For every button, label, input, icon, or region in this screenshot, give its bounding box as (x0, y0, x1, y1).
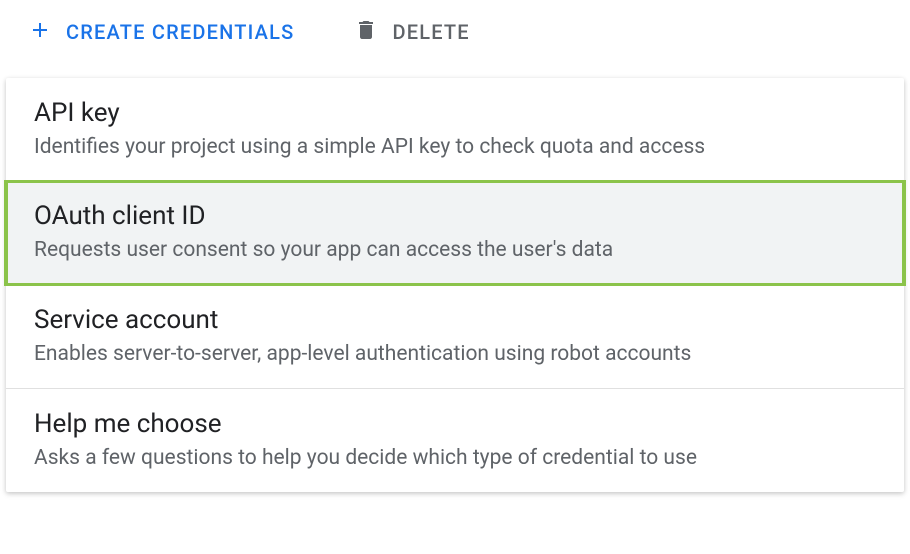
menu-item-api-key[interactable]: API key Identifies your project using a … (6, 78, 904, 181)
menu-item-title: API key (34, 98, 876, 128)
menu-item-title: Service account (34, 305, 876, 335)
create-credentials-label: CREATE CREDENTIALS (66, 20, 294, 44)
menu-item-service-account[interactable]: Service account Enables server-to-server… (6, 285, 904, 388)
menu-item-oauth-client-id[interactable]: OAuth client ID Requests user consent so… (4, 180, 906, 285)
menu-item-desc: Enables server-to-server, app-level auth… (34, 341, 876, 368)
menu-item-title: OAuth client ID (34, 201, 876, 231)
delete-button[interactable]: DELETE (354, 18, 469, 46)
delete-label: DELETE (392, 20, 469, 44)
menu-item-title: Help me choose (34, 409, 876, 439)
menu-item-desc: Asks a few questions to help you decide … (34, 445, 876, 472)
create-credentials-button[interactable]: CREATE CREDENTIALS (28, 18, 294, 46)
credentials-dropdown: API key Identifies your project using a … (6, 78, 904, 492)
plus-icon (28, 18, 52, 46)
toolbar: CREATE CREDENTIALS DELETE (0, 0, 910, 64)
trash-icon (354, 18, 378, 46)
menu-item-help-me-choose[interactable]: Help me choose Asks a few questions to h… (6, 389, 904, 492)
menu-item-desc: Requests user consent so your app can ac… (34, 237, 876, 264)
menu-item-desc: Identifies your project using a simple A… (34, 134, 876, 161)
